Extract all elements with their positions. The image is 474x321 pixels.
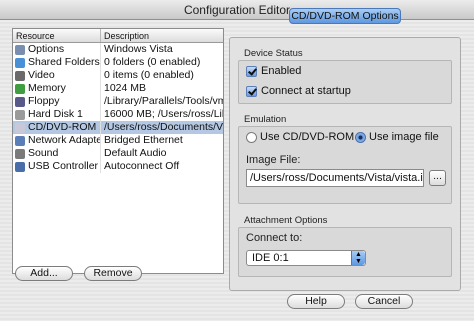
connect-to-label: Connect to:: [246, 232, 303, 244]
description-cell: Autoconnect Off: [104, 160, 180, 172]
table-row[interactable]: Video 0 items (0 enabled): [13, 69, 223, 82]
hard-disk-icon: [15, 109, 25, 120]
table-row[interactable]: Hard Disk 1 16000 MB; /Users/ross/Libr: [13, 108, 223, 121]
device-status-title: Device Status: [244, 48, 303, 59]
radio-on-icon: [355, 131, 366, 143]
tab-cd-dvd-rom-options[interactable]: CD/DVD-ROM Options: [289, 8, 401, 24]
network-icon: [15, 135, 25, 146]
description-cell: /Users/ross/Documents/Vi: [104, 121, 223, 133]
configuration-editor-window: Resource Description Options Windows Vist…: [0, 20, 474, 321]
enabled-label: Enabled: [261, 65, 302, 77]
resource-name: Options: [28, 43, 65, 55]
resource-cell: CD/DVD-ROM 1: [13, 121, 101, 134]
use-image-file-radio[interactable]: Use image file: [355, 131, 439, 143]
table-row[interactable]: Network Adapter Bridged Ethernet: [13, 134, 223, 147]
description-cell: Bridged Ethernet: [104, 134, 183, 146]
resource-cell: Options: [13, 43, 101, 56]
table-row[interactable]: Shared Folders 0 folders (0 enabled): [13, 56, 223, 69]
table-body: Options Windows Vista Shared Folders 0 fold…: [13, 43, 223, 173]
add-button[interactable]: Add...: [15, 266, 73, 281]
resource-cell: Floppy: [13, 95, 101, 108]
image-file-label: Image File:: [246, 154, 301, 166]
resource-cell: Sound: [13, 147, 101, 160]
table-row[interactable]: Options Windows Vista: [13, 43, 223, 56]
enabled-check-icon: [246, 65, 257, 77]
resource-name: Network Adapter: [28, 134, 101, 146]
description-cell: 0 folders (0 enabled): [104, 56, 201, 68]
resource-cell: Hard Disk 1: [13, 108, 101, 121]
connect-at-startup-checkbox[interactable]: Connect at startup: [246, 85, 351, 97]
description-cell: Windows Vista: [104, 43, 173, 55]
resource-cell: Shared Folders: [13, 56, 101, 69]
table-row[interactable]: CD/DVD-ROM 1/Users/ross/Documents/Vi: [13, 121, 223, 134]
remove-button[interactable]: Remove: [84, 266, 142, 281]
folder-icon: [15, 57, 25, 68]
table-header: Resource Description: [13, 29, 223, 43]
cancel-button[interactable]: Cancel: [355, 294, 413, 309]
resource-name: Sound: [28, 147, 59, 159]
attachment-options-group: Connect to: IDE 0:1 ▲ ▼: [238, 227, 452, 277]
floppy-icon: [15, 96, 25, 107]
use-cd-dvd-radio[interactable]: Use CD/DVD-ROM: [246, 131, 354, 143]
options-panel: Device Status Enabled Connect at startup…: [229, 37, 461, 291]
connect-to-value: IDE 0:1: [252, 252, 289, 264]
resource-name: Memory: [28, 82, 66, 94]
browse-button[interactable]: ...: [429, 170, 446, 186]
column-header-description[interactable]: Description: [101, 29, 223, 42]
radio-off-icon: [246, 131, 257, 143]
resource-name: CD/DVD-ROM 1: [28, 121, 101, 133]
resource-name: Video: [28, 69, 55, 81]
resource-cell: Network Adapter: [13, 134, 101, 147]
description-cell: Default Audio: [104, 147, 167, 159]
description-cell: 16000 MB; /Users/ross/Libr: [104, 108, 223, 120]
table-row[interactable]: USB Controller Autoconnect Off: [13, 160, 223, 173]
column-header-resource[interactable]: Resource: [13, 29, 101, 42]
table-row[interactable]: Sound Default Audio: [13, 147, 223, 160]
resource-name: USB Controller: [28, 160, 99, 172]
table-row[interactable]: Floppy/Library/Parallels/Tools/vm: [13, 95, 223, 108]
options-icon: [15, 44, 25, 55]
use-cd-dvd-label: Use CD/DVD-ROM: [260, 131, 355, 143]
device-status-group: Enabled Connect at startup: [238, 60, 452, 104]
resource-cell: USB Controller: [13, 160, 101, 173]
video-icon: [15, 70, 25, 81]
memory-icon: [15, 83, 25, 94]
resource-table: Resource Description Options Windows Vist…: [12, 28, 224, 274]
table-row[interactable]: Memory 1024 MB: [13, 82, 223, 95]
usb-icon: [15, 161, 25, 172]
help-button[interactable]: Help: [287, 294, 345, 309]
resource-name: Floppy: [28, 95, 60, 107]
resource-name: Shared Folders: [28, 56, 100, 68]
description-cell: /Library/Parallels/Tools/vm: [104, 95, 223, 107]
resource-name: Hard Disk 1: [28, 108, 83, 120]
connect-check-icon: [246, 85, 257, 97]
emulation-title: Emulation: [244, 114, 287, 125]
sound-icon: [15, 148, 25, 159]
attachment-options-title: Attachment Options: [244, 215, 328, 226]
image-file-field[interactable]: /Users/ross/Documents/Vista/vista.iso: [246, 169, 424, 187]
description-cell: 0 items (0 enabled): [104, 69, 194, 81]
connect-at-startup-label: Connect at startup: [261, 85, 351, 97]
enabled-checkbox[interactable]: Enabled: [246, 65, 301, 77]
emulation-group: Use CD/DVD-ROM Use image file Image File…: [238, 126, 452, 204]
select-arrows-icon: ▲ ▼: [351, 251, 365, 265]
window-title: Configuration Editor: [0, 0, 474, 20]
resource-cell: Video: [13, 69, 101, 82]
use-image-file-label: Use image file: [369, 131, 439, 143]
cd-dvd-icon: [15, 122, 25, 133]
resource-cell: Memory: [13, 82, 101, 95]
connect-to-select[interactable]: IDE 0:1 ▲ ▼: [246, 250, 366, 266]
description-cell: 1024 MB: [104, 82, 147, 94]
